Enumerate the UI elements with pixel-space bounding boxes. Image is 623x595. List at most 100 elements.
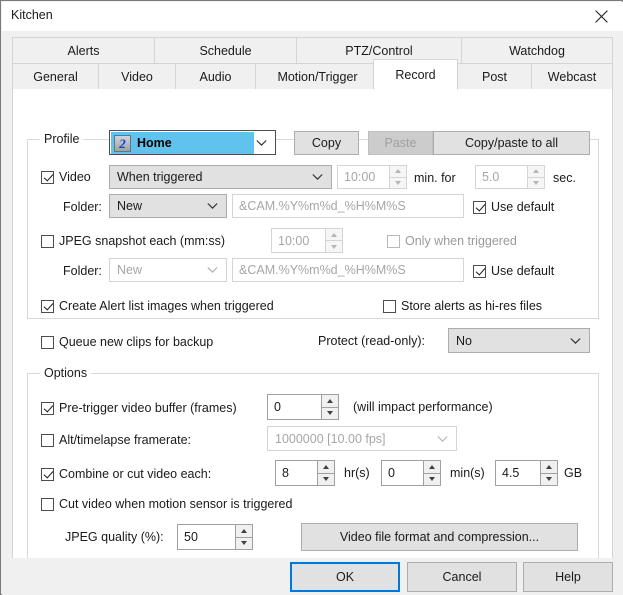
video-mode-value: When triggered [117, 170, 203, 184]
queue-backup-checkbox[interactable]: Queue new clips for backup [41, 335, 213, 349]
spinner-up-icon [389, 166, 406, 177]
jpeg-snapshot-box [41, 234, 54, 248]
video-folder-mode-value: New [117, 199, 143, 213]
video-use-default-checkbox[interactable]: Use default [473, 200, 554, 214]
video-format-button[interactable]: Video file format and compression... [301, 523, 578, 551]
combine-cut-checkbox[interactable]: Combine or cut video each: [41, 467, 211, 481]
video-post-value: 5.0 [482, 170, 500, 184]
jpeg-interval-value: 10:00 [278, 233, 310, 248]
video-duration-value: 10:00 [344, 170, 376, 184]
pretrigger-spinner[interactable]: 0 [267, 394, 339, 420]
jpeg-folder-pattern-input[interactable]: &CAM.%Y%m%d_%H%M%S [232, 258, 464, 282]
ok-button[interactable]: OK [290, 562, 400, 592]
spinner-down-icon[interactable] [540, 472, 557, 485]
tab-label: PTZ/Control [345, 43, 413, 58]
tab-label: Alerts [67, 43, 100, 58]
spinner-down-icon [325, 240, 342, 252]
copy-paste-to-all-button[interactable]: Copy/paste to all [433, 131, 590, 155]
spinner-up-icon[interactable] [423, 461, 440, 473]
spinner-down-icon[interactable] [321, 406, 338, 419]
tab-label: Audio [199, 69, 232, 84]
tab-label: Video [121, 69, 153, 84]
spinner-up-icon[interactable] [540, 461, 557, 473]
spinner-buttons[interactable] [423, 461, 440, 485]
close-icon[interactable] [579, 2, 623, 31]
protect-combo[interactable]: No [448, 328, 590, 353]
video-use-default-label: Use default [491, 200, 555, 214]
video-duration-unit: min. for [414, 171, 456, 185]
combine-hours-unit: hr(s) [344, 466, 370, 480]
spinner-down-icon[interactable] [317, 472, 334, 485]
jpeg-only-when-triggered-checkbox: Only when triggered [387, 234, 517, 248]
alt-framerate-box [41, 433, 54, 447]
video-folder-mode-combo[interactable]: New [109, 194, 227, 218]
combine-size-spinner[interactable]: 4.5 [495, 460, 558, 486]
combine-hours-value: 8 [282, 466, 289, 480]
create-alert-images-checkbox[interactable]: Create Alert list images when triggered [41, 299, 274, 313]
combine-hours-spinner[interactable]: 8 [275, 460, 335, 486]
video-folder-pattern-value: &CAM.%Y%m%d_%H%M%S [239, 199, 406, 213]
video-mode-combo[interactable]: When triggered [109, 165, 332, 189]
store-hires-checkbox[interactable]: Store alerts as hi-res files [383, 299, 542, 313]
title-bar: Kitchen [2, 2, 623, 31]
jpeg-use-default-checkbox[interactable]: Use default [473, 264, 554, 278]
video-folder-pattern-input[interactable]: &CAM.%Y%m%d_%H%M%S [232, 194, 464, 218]
combine-minutes-value: 0 [388, 466, 395, 480]
spinner-buttons[interactable] [317, 461, 334, 485]
jpeg-snapshot-checkbox[interactable]: JPEG snapshot each (mm:ss) [41, 234, 225, 248]
spinner-buttons[interactable] [321, 395, 338, 419]
spinner-up-icon[interactable] [317, 461, 334, 473]
dialog-client: Alerts Schedule PTZ/Control Watchdog Gen… [2, 31, 623, 595]
spinner-buttons[interactable] [540, 461, 557, 485]
tab-post[interactable]: Post [457, 63, 532, 90]
tab-webcast[interactable]: Webcast [531, 63, 613, 90]
pretrigger-label: Pre-trigger video buffer (frames) [59, 401, 237, 415]
spinner-down-icon [527, 176, 544, 188]
video-checkbox[interactable]: Video [41, 170, 91, 184]
spinner-down-icon [389, 176, 406, 188]
jpeg-quality-value: 50 [184, 530, 198, 544]
alt-framerate-label: Alt/timelapse framerate: [59, 433, 191, 447]
tab-schedule[interactable]: Schedule [154, 37, 297, 64]
jpeg-quality-spinner[interactable]: 50 [177, 524, 253, 550]
tab-label: Schedule [199, 43, 252, 58]
profile-combo[interactable]: 2 Home [109, 130, 276, 155]
tab-strip: Alerts Schedule PTZ/Control Watchdog Gen… [2, 31, 623, 90]
jpeg-interval-spinner: 10:00 [271, 228, 343, 253]
cancel-button[interactable]: Cancel [407, 562, 517, 592]
alt-framerate-combo: 1000000 [10.00 fps] [267, 426, 457, 451]
tab-watchdog[interactable]: Watchdog [461, 37, 613, 64]
tab-label: General [33, 69, 78, 84]
copy-button[interactable]: Copy [294, 131, 359, 155]
tab-motion-trigger[interactable]: Motion/Trigger [255, 63, 380, 90]
tab-alerts[interactable]: Alerts [12, 37, 155, 64]
chevron-down-icon [312, 174, 323, 181]
spinner-down-icon[interactable] [423, 472, 440, 485]
spinner-buttons[interactable] [235, 525, 252, 549]
dialog-footer: OK Cancel Help [2, 558, 623, 595]
queue-backup-label: Queue new clips for backup [59, 335, 214, 349]
spinner-down-icon[interactable] [235, 536, 252, 549]
alt-framerate-value: 1000000 [10.00 fps] [275, 431, 386, 446]
combine-minutes-spinner[interactable]: 0 [381, 460, 441, 486]
spinner-buttons [389, 166, 406, 188]
cut-on-motion-checkbox[interactable]: Cut video when motion sensor is triggere… [41, 497, 292, 511]
tab-record[interactable]: Record [373, 59, 458, 90]
chevron-down-icon [570, 337, 581, 344]
spinner-up-icon[interactable] [321, 395, 338, 407]
alt-framerate-checkbox[interactable]: Alt/timelapse framerate: [41, 433, 191, 447]
chevron-down-icon [207, 267, 218, 274]
tab-video[interactable]: Video [98, 63, 176, 90]
tab-audio[interactable]: Audio [175, 63, 256, 90]
combine-cut-label: Combine or cut video each: [59, 467, 212, 481]
pretrigger-checkbox[interactable]: Pre-trigger video buffer (frames) [41, 401, 237, 415]
spinner-up-icon[interactable] [235, 525, 252, 537]
protect-value: No [456, 333, 472, 348]
video-post-unit: sec. [553, 171, 576, 185]
window-title: Kitchen [11, 8, 53, 22]
video-checkbox-box [41, 170, 54, 184]
tab-label: Motion/Trigger [277, 69, 358, 84]
help-button[interactable]: Help [523, 562, 613, 592]
create-alert-images-box [41, 299, 54, 313]
tab-general[interactable]: General [12, 63, 99, 90]
